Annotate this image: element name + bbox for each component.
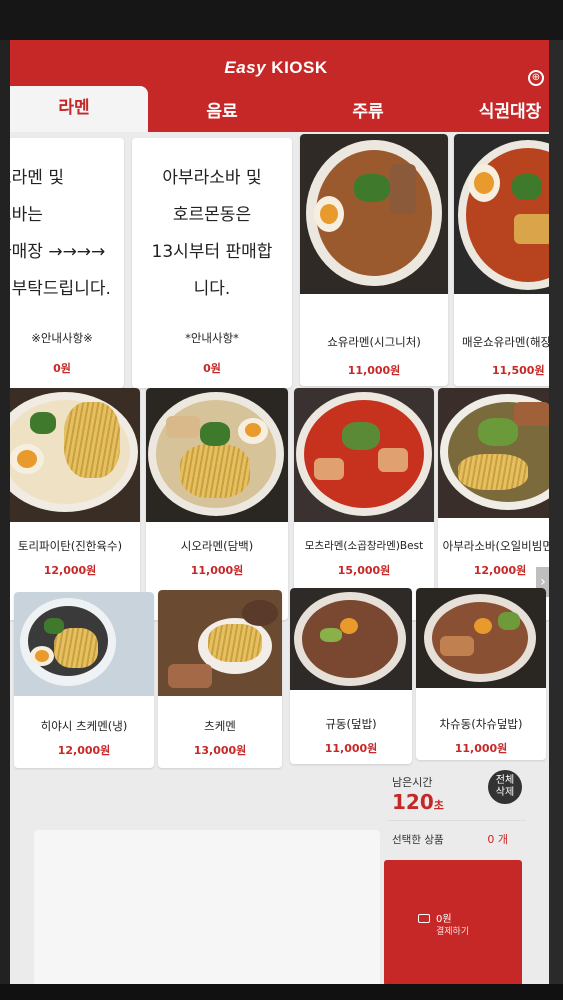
pay-button[interactable]: 0원 결제하기 xyxy=(384,860,522,986)
menu-item-tsukemen[interactable]: 츠케멘 13,000원 xyxy=(158,590,282,768)
menu-item-notice-1[interactable]: 츠라멘 및 소바는 라매장 →→→→ 세부탁드립니다. ※안내사항※ 0원 xyxy=(0,138,124,388)
app-brand: Easy KIOSK xyxy=(0,58,552,78)
gyudon-photo xyxy=(290,588,412,690)
tab-meal-ticket[interactable]: 식권대장 xyxy=(440,94,552,132)
menu-item-price: 0원 xyxy=(203,362,221,375)
menu-item-abura-soba[interactable]: 아부라소바(오일비빔면) 12,000원 xyxy=(438,388,552,620)
menu-grid: 츠라멘 및 소바는 라매장 →→→→ 세부탁드립니다. ※안내사항※ 0원 아부… xyxy=(0,132,552,792)
menu-item-price: 11,500원 xyxy=(492,364,545,377)
selected-count-unit: 개 xyxy=(497,833,508,846)
notice-text: 츠라멘 및 소바는 라매장 →→→→ 세부탁드립니다. xyxy=(0,168,111,299)
brand-suffix: KIOSK xyxy=(271,58,328,77)
spicy-shoyu-ramen-photo xyxy=(454,134,552,294)
category-tabs: 라멘 음료 주류 식권대장 xyxy=(0,86,552,132)
menu-item-price: 12,000원 xyxy=(43,564,97,577)
menu-item-price: 12,000원 xyxy=(473,564,527,577)
menu-item-name: 토리파이탄(진한육수) xyxy=(17,539,123,553)
chashu-don-photo xyxy=(416,588,546,688)
menu-item-name: 규동(덮밥) xyxy=(325,717,377,731)
menu-item-name: 매운쇼유라멘(해장라 xyxy=(462,335,552,349)
remaining-time-value: 120초 xyxy=(392,790,444,814)
menu-item-price: 11,000원 xyxy=(347,364,401,377)
remaining-seconds: 120 xyxy=(392,790,434,814)
menu-item-name: 히야시 츠케멘(냉) xyxy=(40,719,128,733)
selected-items-count: 0 개 xyxy=(487,831,508,847)
remaining-time-label: 남은시간 xyxy=(392,776,433,789)
selected-items-label: 선택한 상품 xyxy=(392,834,444,846)
menu-item-name: 아부라소바(오일비빔면) xyxy=(442,539,552,553)
menu-item-chashu-don[interactable]: 차슈동(차슈덮밥) 11,000원 xyxy=(416,588,546,760)
tab-ramen[interactable]: 라멘 xyxy=(0,86,148,132)
menu-item-price: 12,000원 xyxy=(57,744,111,757)
remaining-unit: 초 xyxy=(433,799,444,812)
abura-soba-photo xyxy=(438,388,552,518)
menu-item-name: *안내사항* xyxy=(185,331,239,345)
tab-drinks[interactable]: 음료 xyxy=(150,94,294,132)
shoyu-ramen-photo xyxy=(300,134,448,294)
cart-list-area xyxy=(34,830,380,990)
menu-item-tori-paitan[interactable]: 토리파이탄(진한육수) 12,000원 xyxy=(0,388,140,620)
divider xyxy=(388,820,526,821)
tab-alcohol[interactable]: 주류 xyxy=(296,94,440,132)
pay-label: 결제하기 xyxy=(436,927,470,937)
menu-item-price: 0원 xyxy=(53,362,71,375)
menu-item-gyudon[interactable]: 규동(덮밥) 11,000원 xyxy=(290,588,412,764)
menu-item-price: 11,000원 xyxy=(324,742,378,755)
header-bar: Easy KIOSK ⊕ 라멘 음료 주류 식권대장 xyxy=(0,40,552,132)
kiosk-bezel-right xyxy=(549,40,563,1000)
kiosk-bezel-bottom xyxy=(0,984,563,1000)
menu-item-price: 15,000원 xyxy=(337,564,391,577)
menu-item-price: 11,000원 xyxy=(454,742,508,755)
menu-item-name: 모츠라멘(소곱창라멘)Best xyxy=(304,540,424,552)
menu-item-name: 츠케멘 xyxy=(204,719,236,733)
tori-paitan-photo xyxy=(0,388,140,522)
motsu-ramen-photo xyxy=(294,388,434,522)
notice-text: 아부라소바 및 호르몬동은 13시부터 판매합 니다. xyxy=(151,168,273,299)
menu-item-name: 시오라멘(담백) xyxy=(180,539,254,553)
menu-item-shoyu-ramen[interactable]: 쇼유라멘(시그니처) 11,000원 xyxy=(300,134,448,386)
menu-item-name: 차슈동(차슈덮밥) xyxy=(439,717,523,731)
menu-item-notice-2[interactable]: 아부라소바 및 호르몬동은 13시부터 판매합 니다. *안내사항* 0원 xyxy=(132,138,292,388)
shio-ramen-photo xyxy=(146,388,288,522)
delete-all-button[interactable]: 전체 삭제 xyxy=(488,770,522,804)
kiosk-screen: Easy KIOSK ⊕ 라멘 음료 주류 식권대장 츠라멘 및 소바는 라매장… xyxy=(0,40,552,990)
menu-item-price: 13,000원 xyxy=(193,744,247,757)
menu-item-shio-ramen[interactable]: 시오라멘(담백) 11,000원 xyxy=(146,388,288,620)
tsukemen-photo xyxy=(158,590,282,696)
selected-count-value: 0 xyxy=(487,833,495,846)
menu-item-price: 11,000원 xyxy=(190,564,244,577)
kiosk-bezel-left xyxy=(0,40,10,1000)
menu-item-motsu-ramen[interactable]: 모츠라멘(소곱창라멘)Best 15,000원 xyxy=(294,388,434,620)
card-icon xyxy=(418,914,430,923)
menu-item-hiyashi-tsukemen[interactable]: 히야시 츠케멘(냉) 12,000원 xyxy=(14,592,154,768)
globe-icon[interactable]: ⊕ xyxy=(528,70,544,86)
pay-amount: 0원 xyxy=(436,914,452,925)
order-summary-panel: 남은시간 120초 전체 삭제 선택한 상품 0 개 0원 결제하기 xyxy=(384,770,530,990)
brand-prefix: Easy xyxy=(224,58,267,77)
menu-item-name: 쇼유라멘(시그니처) xyxy=(327,335,421,349)
menu-item-spicy-shoyu-ramen[interactable]: 매운쇼유라멘(해장라 11,500원 xyxy=(454,134,552,386)
hiyashi-tsukemen-photo xyxy=(14,592,154,696)
menu-item-name: ※안내사항※ xyxy=(31,331,93,345)
